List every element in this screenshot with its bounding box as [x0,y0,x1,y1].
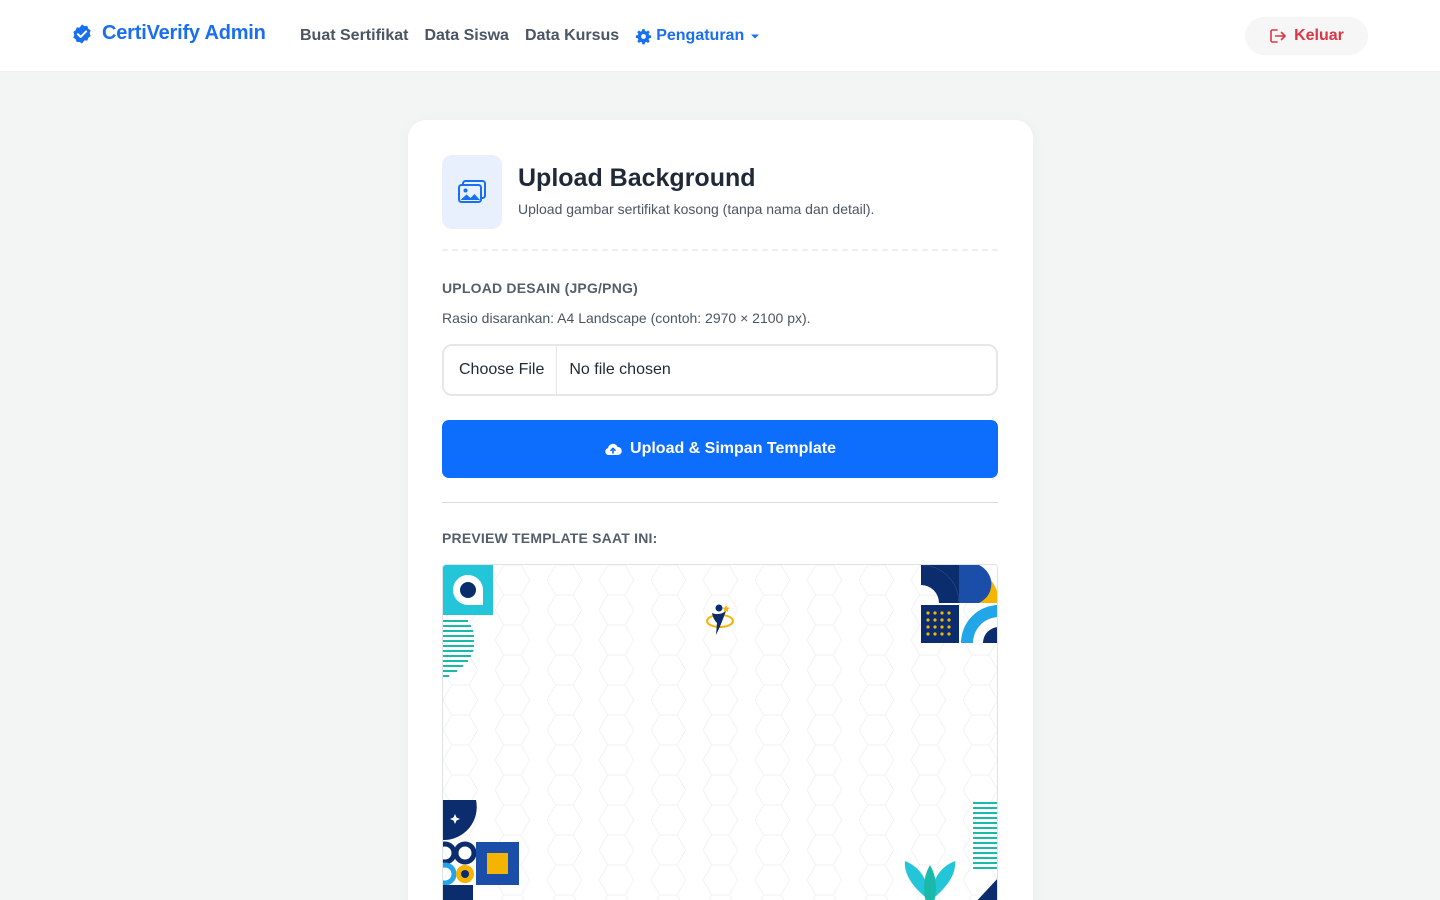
settings-dropdown-label: Pengaturan [656,27,745,44]
upload-save-label: Upload & Simpan Template [630,440,836,457]
file-status: No file chosen [569,361,671,378]
nav-link-buat-sertifikat[interactable]: Buat Sertifikat [300,24,408,48]
cloud-upload-icon [605,443,622,455]
upload-card: Upload Background Upload gambar sertifik… [408,120,1033,900]
logout-icon [1270,29,1286,43]
section-divider [442,502,998,503]
navbar: CertiVerify Admin Buat Sertifikat Data S… [0,0,1440,72]
logout-label: Keluar [1294,27,1344,44]
nav-link-data-siswa[interactable]: Data Siswa [424,24,508,48]
ratio-hint: Rasio disarankan: A4 Landscape (contoh: … [442,310,811,326]
preview-section-label: PREVIEW TEMPLATE SAAT INI: [442,530,658,546]
certificate-template-image [443,565,997,900]
logout-button[interactable]: Keluar [1245,17,1368,55]
verified-badge-icon [73,23,91,44]
brand-name: CertiVerify Admin [102,22,266,44]
file-input[interactable]: Choose File No file chosen [442,344,998,396]
nav-links: Buat Sertifikat Data Siswa Data Kursus P… [300,24,762,48]
upload-save-button[interactable]: Upload & Simpan Template [442,420,998,478]
gear-icon [636,28,652,44]
template-preview [442,564,998,900]
brand[interactable]: CertiVerify Admin [71,22,266,45]
nav-link-data-kursus[interactable]: Data Kursus [525,24,619,48]
upload-section-label: UPLOAD DESAIN (JPG/PNG) [442,280,638,296]
image-icon [458,180,486,203]
card-title: Upload Background [518,164,756,192]
choose-file-button[interactable]: Choose File [444,346,558,394]
caret-down-icon [751,34,760,39]
header-icon-box [442,155,502,229]
header-divider [442,249,998,251]
card-subtitle: Upload gambar sertifikat kosong (tanpa n… [518,201,875,217]
settings-dropdown[interactable]: Pengaturan [635,24,762,48]
